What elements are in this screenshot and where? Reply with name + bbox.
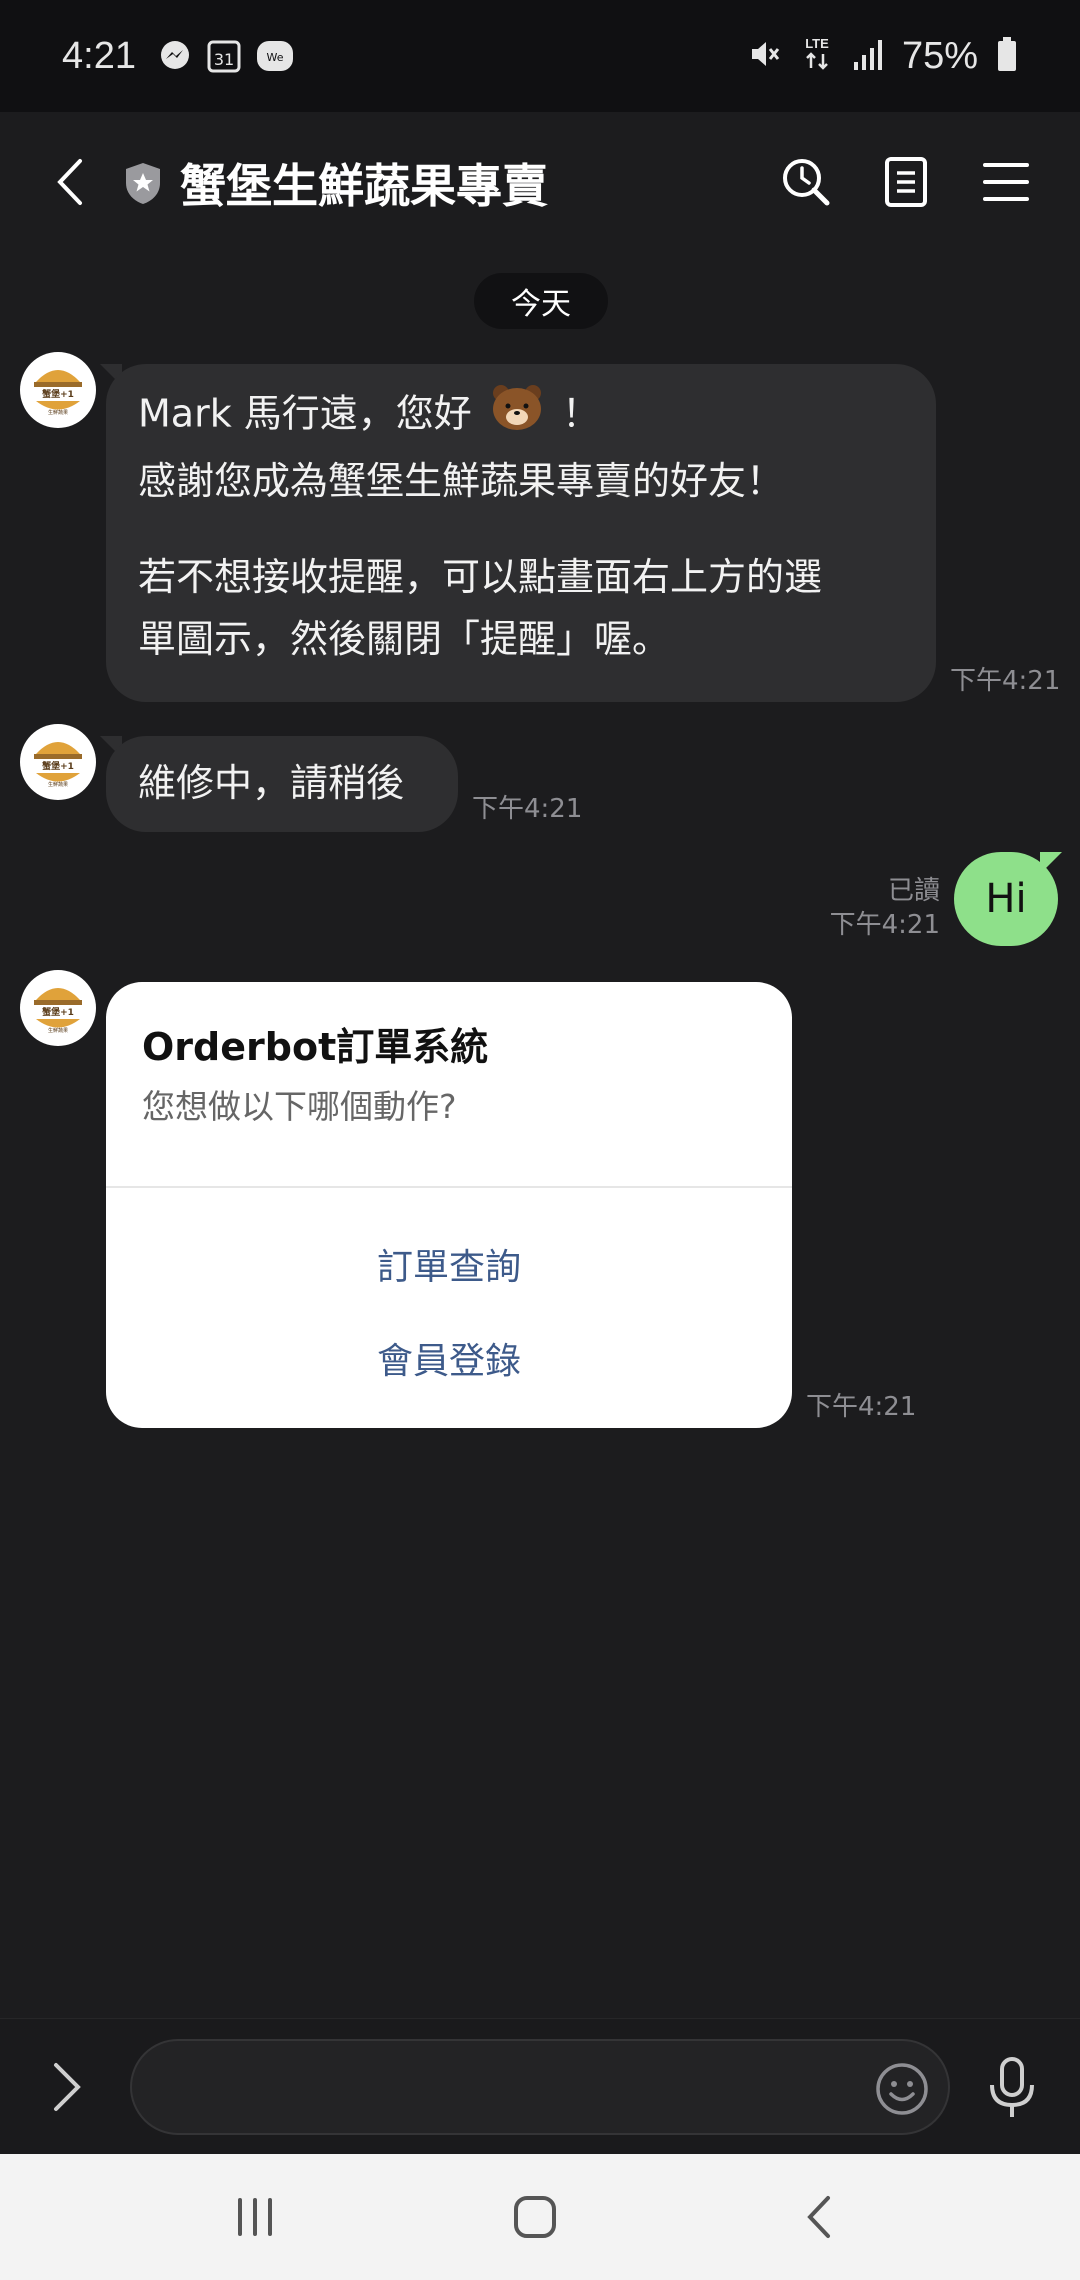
svg-text:蟹堡+1: 蟹堡+1	[42, 760, 74, 772]
maintenance-text: 維修中，請稍後	[138, 761, 405, 805]
battery-percent: 75%	[901, 34, 978, 77]
read-status: 已讀	[887, 876, 940, 906]
microphone-icon[interactable]	[984, 2055, 1040, 2121]
svg-text:蟹堡+1: 蟹堡+1	[42, 1006, 74, 1018]
svg-text:生鮮蔬果: 生鮮蔬果	[48, 409, 68, 416]
welcome-line-1: Mark 馬行遠，您好 ！	[138, 382, 904, 450]
message-time: 下午4:21	[472, 794, 583, 824]
message-time: 下午4:21	[829, 910, 940, 940]
status-right-group: LTE 75%	[746, 34, 1018, 78]
welcome-message-bubble: Mark 馬行遠，您好 ！ 感謝您成為蟹堡生鮮蔬果專賣的好友！ 若不想接收提醒，…	[106, 364, 936, 702]
chat-title: 蟹堡生鮮蔬果專賣	[180, 159, 548, 213]
recent-apps-icon[interactable]	[230, 2192, 280, 2242]
wecr-icon: We	[256, 39, 294, 73]
home-icon[interactable]	[510, 2192, 560, 2242]
member-login-button[interactable]: 會員登錄	[106, 1332, 792, 1384]
svg-text:LTE: LTE	[805, 36, 829, 51]
svg-text:生鮮蔬果: 生鮮蔬果	[48, 1027, 68, 1034]
status-time: 4:21	[62, 34, 136, 77]
welcome-line-3: 若不想接收提醒，可以點畫面右上方的選	[138, 555, 823, 599]
avatar[interactable]: 蟹堡+1 生鮮蔬果	[20, 724, 96, 800]
welcome-spacer	[138, 512, 904, 546]
welcome-line-2: 感謝您成為蟹堡生鮮蔬果專賣的好友！	[138, 459, 785, 503]
date-chip: 今天	[474, 273, 608, 329]
welcome-greeting: Mark 馬行遠，您好	[138, 391, 472, 436]
back-nav-icon[interactable]	[796, 2192, 846, 2242]
search-history-icon[interactable]	[776, 152, 836, 212]
calendar-icon: 31	[206, 38, 242, 74]
menu-icon[interactable]	[976, 152, 1036, 212]
emoji-icon[interactable]	[874, 2061, 930, 2117]
orderbot-card: Orderbot訂單系統 您想做以下哪個動作? 訂單查詢 會員登錄	[106, 982, 792, 1428]
avatar[interactable]: 蟹堡+1 生鮮蔬果	[20, 970, 96, 1046]
mute-icon	[746, 36, 782, 76]
outgoing-text: Hi	[985, 876, 1027, 922]
welcome-exclaim: ！	[561, 391, 600, 436]
svg-text:31: 31	[214, 50, 234, 69]
svg-text:蟹堡+1: 蟹堡+1	[42, 388, 74, 400]
maintenance-message-bubble: 維修中，請稍後	[106, 736, 458, 832]
welcome-line-4: 單圖示，然後關閉「提醒」喔。	[138, 617, 671, 661]
chat-header: 蟹堡生鮮蔬果專賣	[0, 112, 1080, 252]
avatar[interactable]: 蟹堡+1 生鮮蔬果	[20, 352, 96, 428]
bubble-tail	[1040, 852, 1062, 874]
message-time: 下午4:21	[950, 666, 1061, 696]
order-query-button[interactable]: 訂單查詢	[106, 1238, 792, 1290]
card-divider	[106, 1186, 792, 1188]
notes-icon[interactable]	[876, 152, 936, 212]
expand-icon[interactable]	[50, 2061, 90, 2115]
status-bar: 4:21 31 We LTE 75%	[0, 0, 1080, 112]
back-icon[interactable]	[44, 152, 94, 212]
official-badge-icon	[120, 160, 166, 206]
lte-icon: LTE	[800, 34, 834, 78]
messenger-icon	[158, 39, 192, 73]
message-time: 下午4:21	[806, 1392, 917, 1422]
signal-icon	[852, 36, 884, 76]
card-title: Orderbot訂單系統	[142, 1025, 489, 1069]
message-input[interactable]	[130, 2039, 950, 2135]
chat-screen: 4:21 31 We LTE 75% 蟹堡生鮮蔬果專賣 今天 蟹堡+1 生鮮蔬果…	[0, 0, 1080, 2280]
svg-text:生鮮蔬果: 生鮮蔬果	[48, 781, 68, 788]
battery-icon	[996, 36, 1018, 76]
brown-bear-emoji-icon	[490, 382, 544, 450]
card-subtitle: 您想做以下哪個動作?	[142, 1087, 457, 1126]
input-bar	[0, 2018, 1080, 2154]
system-nav-bar	[0, 2154, 1080, 2280]
svg-text:We: We	[266, 51, 283, 64]
